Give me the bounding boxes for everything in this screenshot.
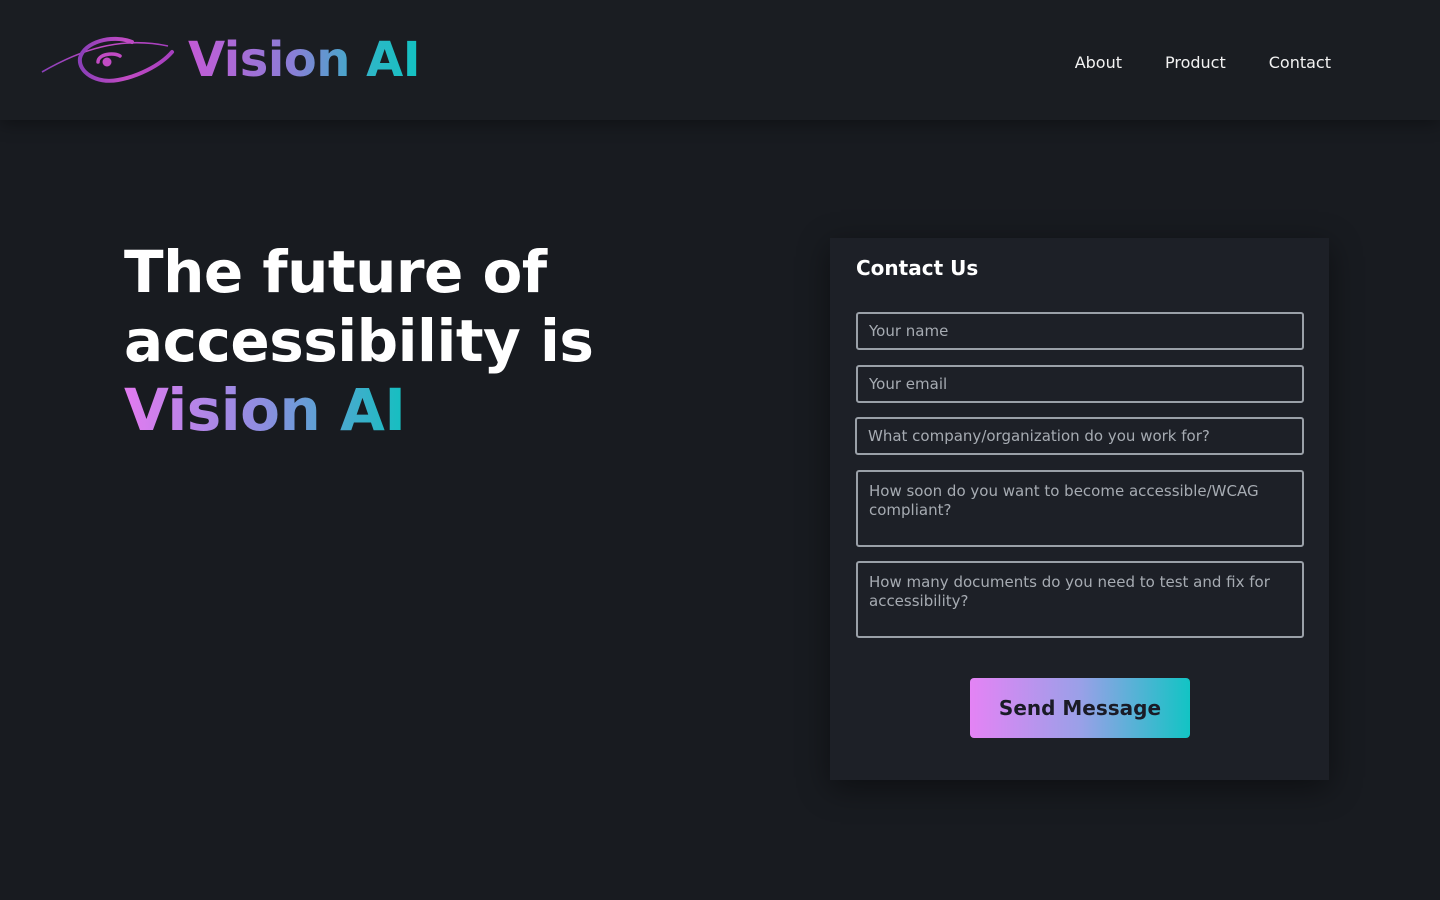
- nav-link-contact[interactable]: Contact: [1269, 52, 1331, 74]
- nav-link-about[interactable]: About: [1075, 52, 1122, 74]
- send-message-button[interactable]: Send Message: [970, 678, 1190, 738]
- document-count-textarea[interactable]: [856, 561, 1304, 638]
- company-input[interactable]: [855, 417, 1304, 455]
- main-nav: About Product Contact: [1075, 52, 1331, 74]
- email-input[interactable]: [856, 365, 1304, 403]
- contact-form-title: Contact Us: [856, 256, 979, 280]
- contact-form-card: Contact Us Send Message: [830, 238, 1329, 780]
- hero-highlight: Vision AI: [124, 376, 406, 444]
- hero-line-1: The future of: [124, 238, 547, 306]
- compliance-timeline-textarea[interactable]: [856, 470, 1304, 547]
- site-header: Vision AI About Product Contact: [0, 0, 1440, 120]
- name-input[interactable]: [856, 312, 1304, 350]
- hero-headline: The future of accessibility is Vision AI: [124, 238, 684, 445]
- brand-name: Vision AI: [188, 32, 421, 88]
- eye-swoosh-icon: [41, 36, 174, 83]
- brand-logo[interactable]: Vision AI: [40, 30, 421, 90]
- hero-line-2: accessibility is: [124, 307, 594, 375]
- nav-link-product[interactable]: Product: [1165, 52, 1226, 74]
